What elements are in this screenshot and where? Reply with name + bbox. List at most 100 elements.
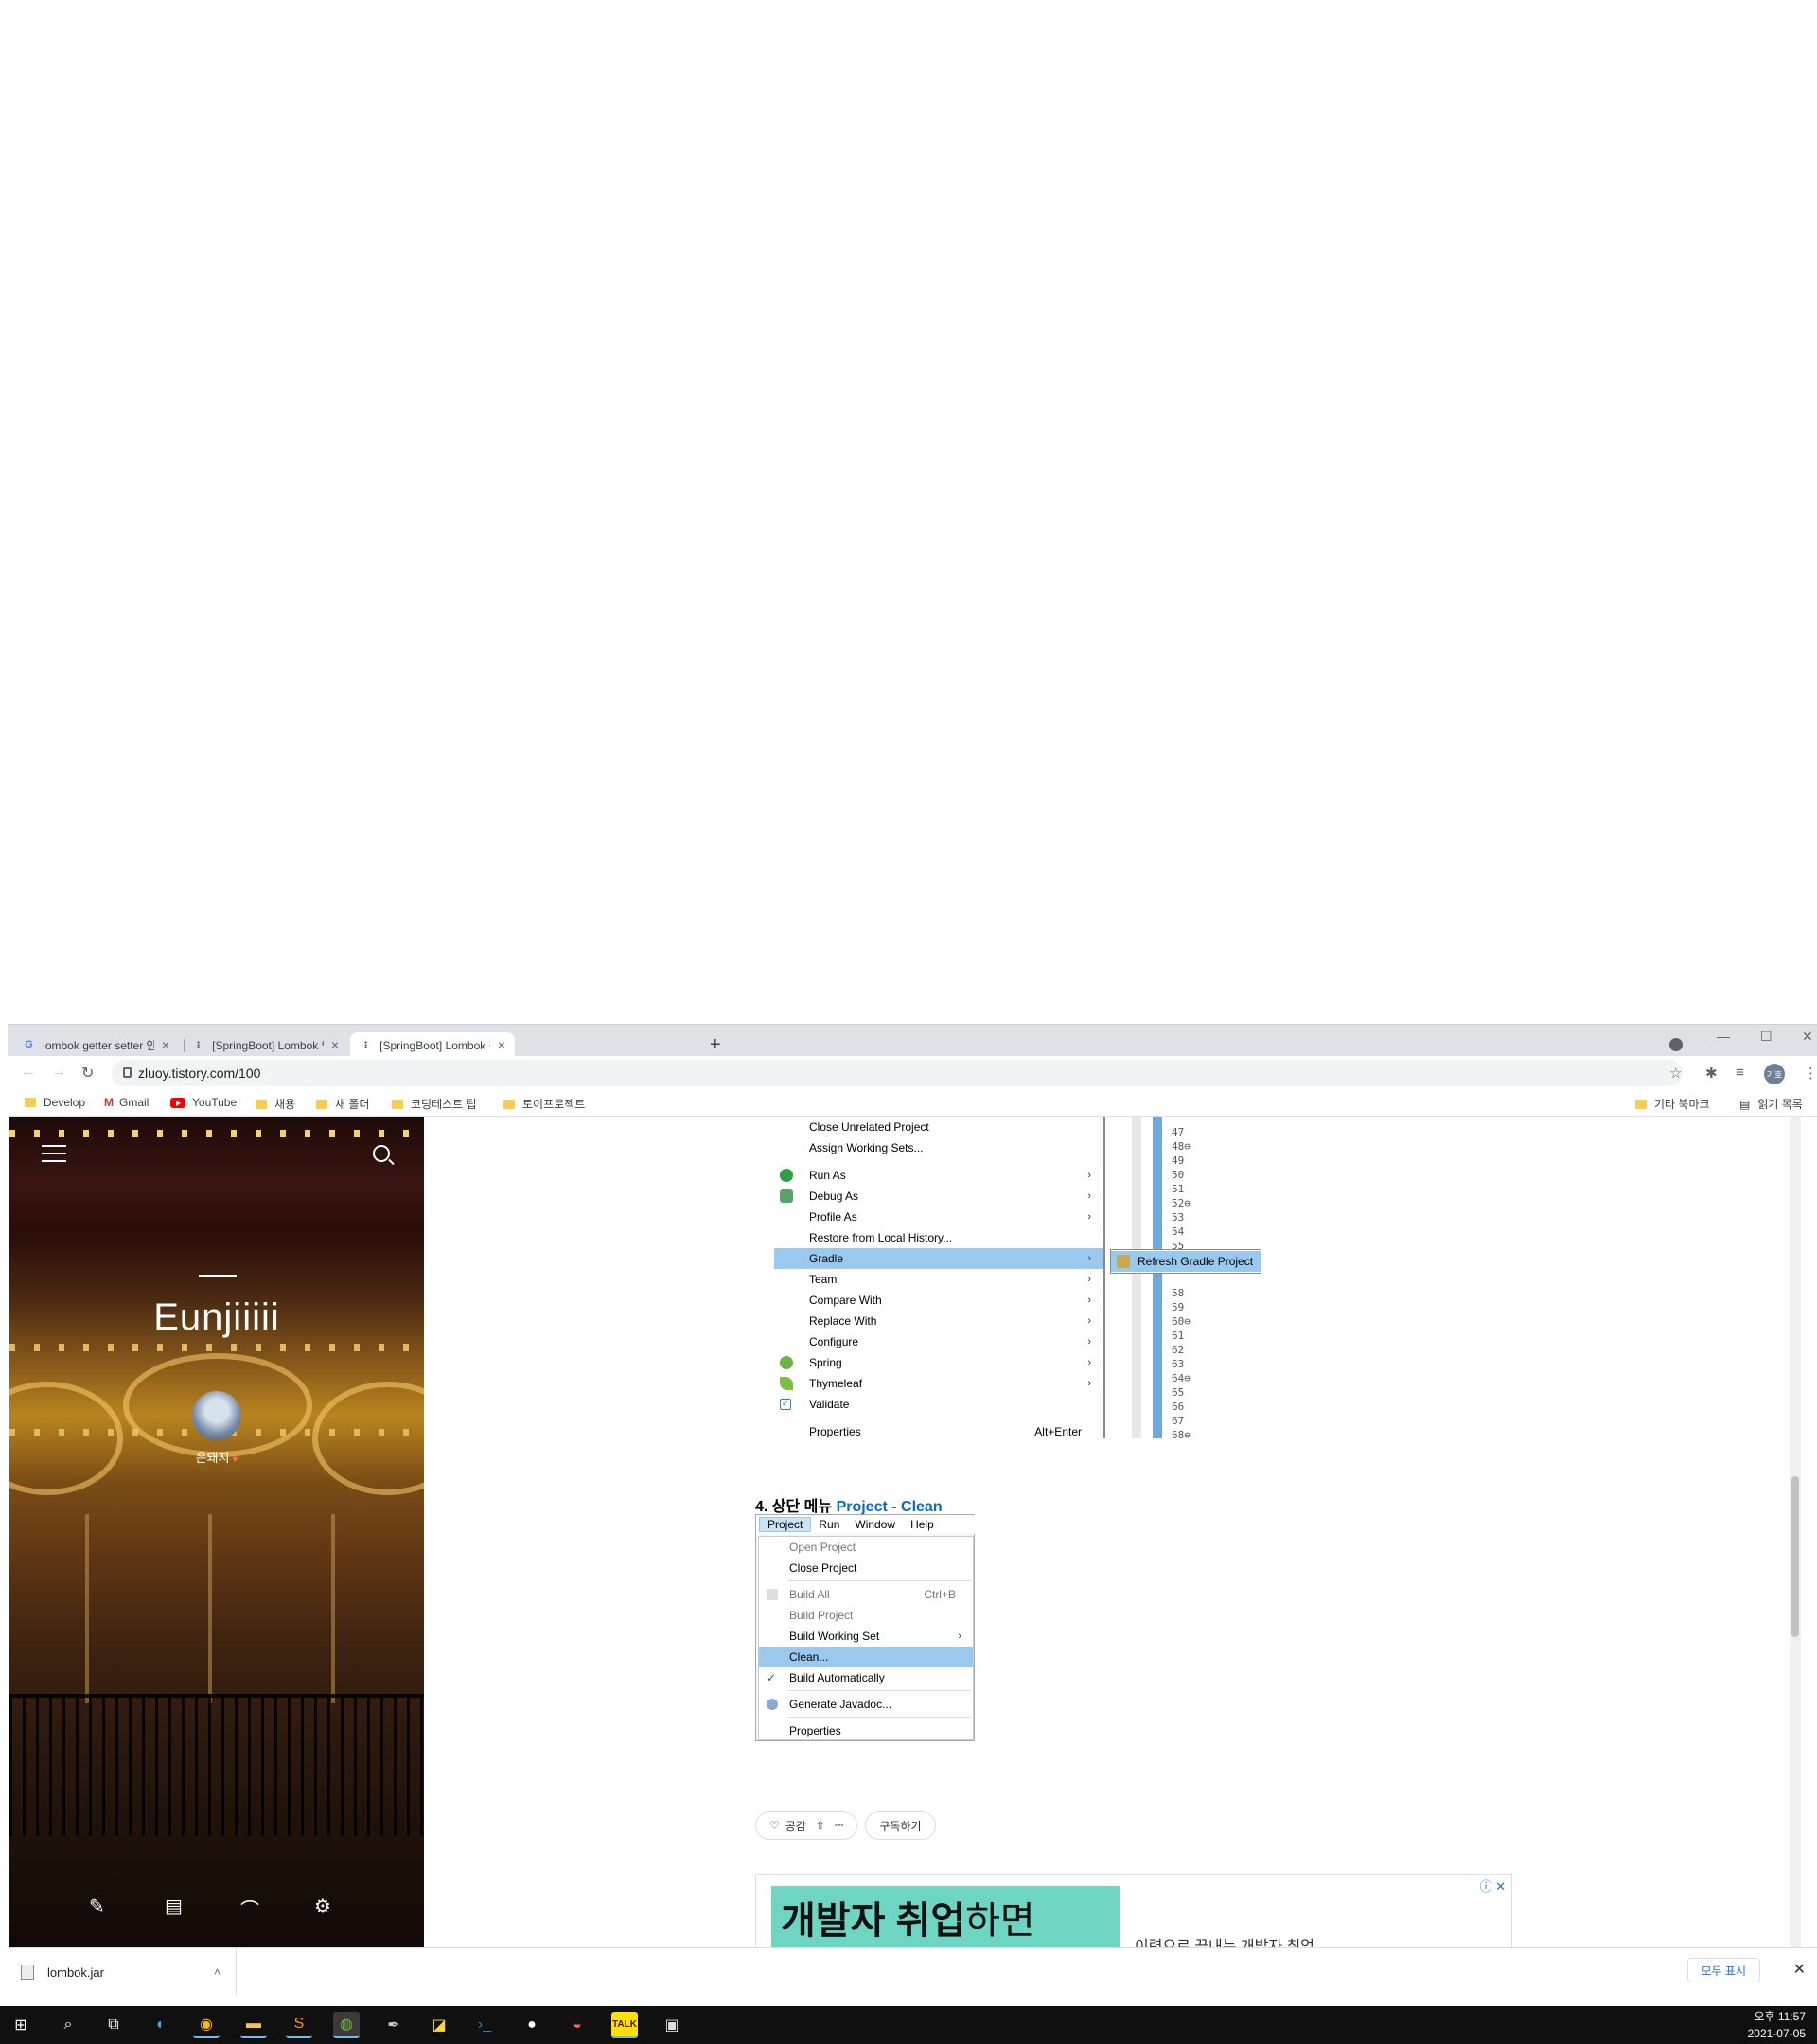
ad-close-icon[interactable]: ⓘ ✕ bbox=[1479, 1877, 1506, 1894]
maximize-icon[interactable]: ☐ bbox=[1760, 1029, 1773, 1045]
line-number: 61 bbox=[1172, 1330, 1185, 1342]
google-g-icon: G bbox=[25, 1039, 33, 1050]
kakaotalk-icon[interactable]: TALK bbox=[611, 2012, 638, 2038]
line-number: 53 bbox=[1172, 1211, 1185, 1224]
line-number: 59 bbox=[1172, 1301, 1185, 1313]
postman-icon[interactable]: ◒ bbox=[564, 2012, 591, 2038]
media-control-icon[interactable]: ≡ bbox=[1736, 1065, 1744, 1081]
like-button[interactable]: ♡ 공감 ⇧ ••• bbox=[755, 1811, 858, 1840]
heart-badge-icon: ♥ bbox=[232, 1454, 238, 1465]
close-tab-icon[interactable]: × bbox=[331, 1037, 339, 1052]
pencil-icon[interactable]: ✎ bbox=[89, 1894, 105, 1918]
menu-separator bbox=[787, 1580, 971, 1581]
profile-avatar[interactable]: 기호 bbox=[1764, 1064, 1785, 1084]
close-downloads-icon[interactable]: ✕ bbox=[1793, 1960, 1806, 1979]
star-icon[interactable]: ☆ bbox=[1669, 1065, 1682, 1082]
tab-lombok-recognition[interactable]: ⁝ [SpringBoot] Lombok 인식 안됨 × bbox=[183, 1032, 348, 1057]
ad-banner[interactable]: 개발자 취업하면 bbox=[771, 1886, 1120, 1947]
tab-google-search[interactable]: G lombok getter setter 안됨 - Goo × bbox=[13, 1032, 179, 1057]
tab-lombok-apply-active[interactable]: ⁝ [SpringBoot] Lombok 적용 안됨 × bbox=[350, 1032, 515, 1057]
chrome-icon[interactable]: ◉ bbox=[193, 2012, 220, 2038]
tab-search-icon[interactable] bbox=[1669, 1038, 1683, 1051]
sticky-notes-icon[interactable]: ◪ bbox=[426, 2012, 452, 2038]
menu-item: Profile As › bbox=[809, 1210, 1091, 1224]
edge-icon[interactable]: ◐ bbox=[148, 2012, 174, 2038]
line-number: 49 bbox=[1172, 1154, 1185, 1167]
close-window-icon[interactable]: ✕ bbox=[1802, 1029, 1813, 1045]
close-tab-icon[interactable]: × bbox=[498, 1037, 505, 1052]
more-icon[interactable]: ••• bbox=[835, 1821, 843, 1830]
search-icon[interactable] bbox=[373, 1145, 390, 1162]
minimize-icon[interactable]: — bbox=[1717, 1029, 1730, 1044]
ad-text[interactable]: 이력으로 끝내는 개발자 취업 bbox=[1135, 1933, 1314, 1947]
reading-list[interactable]: ▤ 읽기 목록 bbox=[1739, 1096, 1803, 1112]
avatar[interactable] bbox=[192, 1391, 241, 1440]
subscribe-button[interactable]: 구독하기 bbox=[865, 1811, 936, 1840]
github-desktop-icon[interactable]: ● bbox=[519, 2012, 545, 2038]
bookmark-gmail[interactable]: M Gmail bbox=[104, 1096, 149, 1109]
address-bar[interactable]: zluoy.tistory.com/100 bbox=[112, 1060, 1683, 1086]
lock-icon bbox=[123, 1067, 132, 1078]
menu-item-refresh-gradle: Refresh Gradle Project bbox=[1111, 1251, 1261, 1272]
reload-icon[interactable]: ↻ bbox=[81, 1064, 94, 1083]
bookmark-jobs[interactable]: 채용 bbox=[256, 1096, 295, 1112]
decor-lights bbox=[9, 1130, 424, 1137]
line-number: 68⊖ bbox=[1172, 1429, 1191, 1441]
bookmark-coding-test-tips[interactable]: 코딩테스트 팁 bbox=[392, 1096, 477, 1112]
tistory-icon: ⁝ bbox=[196, 1039, 201, 1051]
download-item[interactable]: lombok.jar ˄ bbox=[21, 1948, 237, 1996]
line-number: 51 bbox=[1172, 1183, 1185, 1195]
windows-start-icon[interactable]: ⊞ bbox=[8, 2012, 34, 2038]
line-number: 48⊖ bbox=[1172, 1140, 1191, 1153]
eclipse-project-menu-screenshot: Project Run Window Help Open Project Clo… bbox=[755, 1514, 976, 1741]
page-scrollbar[interactable] bbox=[1790, 1117, 1801, 1947]
javadoc-icon bbox=[767, 1699, 778, 1710]
chevron-up-icon[interactable]: ˄ bbox=[214, 1965, 221, 1979]
menu-item: Properties Alt+Enter bbox=[809, 1425, 1082, 1438]
task-view-icon[interactable]: ⧉ bbox=[100, 2012, 127, 2038]
menu-item: Thymeleaf › bbox=[774, 1373, 1103, 1394]
bookmark-youtube[interactable]: YouTube bbox=[170, 1096, 237, 1109]
spring-tool-suite-icon[interactable]: ◍ bbox=[333, 2012, 360, 2038]
tistory-icon: ⁝ bbox=[363, 1039, 368, 1051]
guestbook-icon[interactable]: ▤ bbox=[165, 1894, 183, 1918]
pen-app-icon[interactable]: ✒ bbox=[380, 2012, 407, 2038]
decor-carousel-arch bbox=[312, 1382, 424, 1495]
hamburger-menu-icon[interactable] bbox=[42, 1145, 66, 1168]
share-icon[interactable]: ⇧ bbox=[816, 1819, 825, 1832]
scrollbar-thumb[interactable] bbox=[1791, 1476, 1799, 1637]
bookmark-other[interactable]: 기타 북마크 bbox=[1635, 1096, 1710, 1112]
sublime-text-icon[interactable]: S bbox=[286, 2012, 312, 2038]
back-icon[interactable]: ← bbox=[21, 1064, 36, 1081]
menu-item: Open Project bbox=[789, 1541, 856, 1554]
decor-pole bbox=[331, 1514, 335, 1703]
menu-item: Properties bbox=[789, 1724, 841, 1737]
extensions-icon[interactable]: ✱ bbox=[1705, 1065, 1718, 1082]
advertisement[interactable]: 개발자 취업하면 ⓘ ✕ 이력으로 끝내는 개발자 취업 bbox=[755, 1874, 1512, 1947]
close-tab-icon[interactable]: × bbox=[162, 1037, 169, 1052]
more-menu-icon[interactable]: ⋮ bbox=[1804, 1065, 1817, 1082]
run-icon bbox=[780, 1169, 793, 1182]
bookmark-toy-project[interactable]: 토이프로젝트 bbox=[503, 1096, 585, 1112]
show-all-downloads-button[interactable]: 모두 표시 bbox=[1686, 1958, 1760, 1982]
line-number: 54 bbox=[1172, 1225, 1185, 1238]
folder-icon bbox=[392, 1099, 403, 1109]
system-clock[interactable]: 오후 11:57 2021-07-05 bbox=[1748, 2008, 1806, 2042]
heart-icon: ♡ bbox=[769, 1819, 780, 1832]
terminal-icon[interactable]: ▣ bbox=[659, 2012, 685, 2038]
menu-item: Close Unrelated Project bbox=[809, 1120, 929, 1134]
search-icon[interactable]: ⌕ bbox=[55, 2012, 81, 2038]
blog-owner[interactable]: 은돼지 ♥ bbox=[9, 1448, 424, 1466]
bookmark-develop[interactable]: Develop bbox=[25, 1096, 85, 1109]
line-number-gutter: 47 48⊖ 49 50 51 52⊖ 53 54 55 58 59 60⊖ 61 62 63 64⊖ 65 66… bbox=[1132, 1117, 1219, 1441]
rss-icon[interactable]: ⌒ bbox=[240, 1894, 259, 1922]
blog-sidebar: Eunjiiiii 은돼지 ♥ ✎ ▤ ⌒ ⚙ bbox=[9, 1117, 424, 1947]
blog-title[interactable]: Eunjiiiii bbox=[9, 1296, 424, 1339]
forward-icon[interactable]: → bbox=[51, 1064, 66, 1081]
powershell-icon[interactable]: ›_ bbox=[471, 2012, 498, 2038]
menu-separator bbox=[787, 1690, 971, 1691]
bookmark-new-folder[interactable]: 새 폴더 bbox=[316, 1096, 369, 1112]
file-explorer-icon[interactable]: ▬ bbox=[240, 2012, 267, 2038]
new-tab-button[interactable]: + bbox=[710, 1034, 721, 1056]
gear-icon[interactable]: ⚙ bbox=[314, 1894, 331, 1918]
